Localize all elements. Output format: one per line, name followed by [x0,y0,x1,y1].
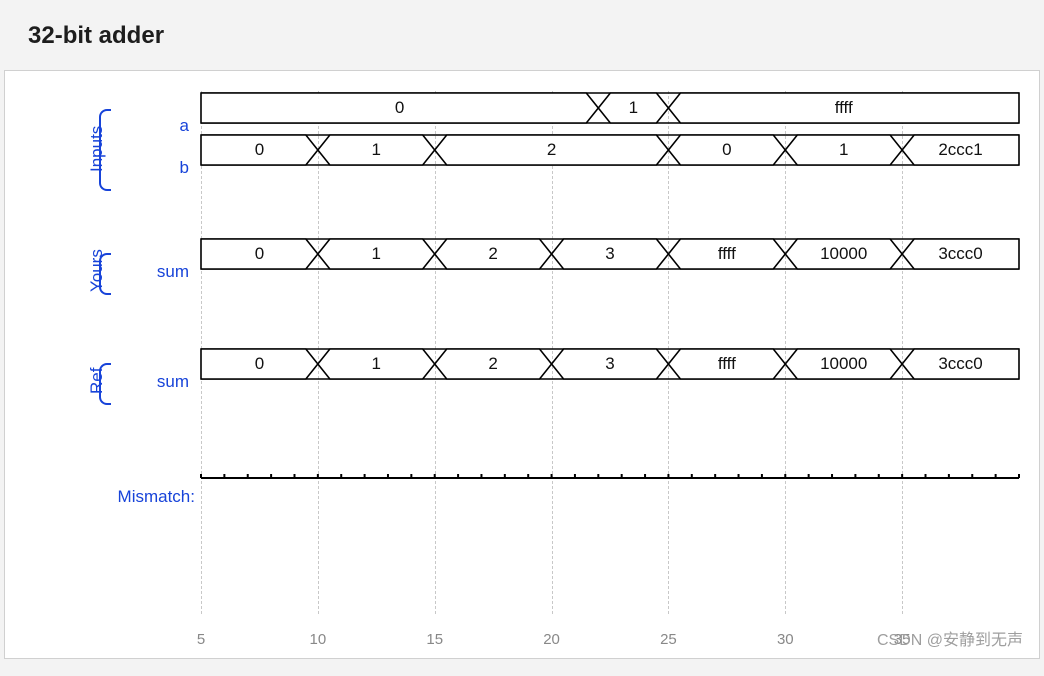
tick-label: 20 [543,631,560,648]
tick-label: 5 [197,631,205,648]
wave-value: 2 [453,244,533,264]
tick-label: 25 [660,631,677,648]
wave-value: ffff [804,98,884,118]
group-label: Yours [87,249,107,292]
wave-value: 2 [453,354,533,374]
page-root: 32-bit adder 5101520253035 InputsabYours… [0,0,1044,633]
wave-value: 3 [570,244,650,264]
signal-label: sum [125,372,189,392]
wave-value: 1 [336,354,416,374]
wave-value: 1 [804,140,884,160]
wave-area: 0 1 ffff 0 1 2 0 1 2ccc1 0 1 2 3 ffff 10000 3ccc0 0 1 2 3 ff… [201,93,1017,606]
tick-label: 15 [426,631,443,648]
signal-label: b [125,158,189,178]
wave-value: 1 [593,98,673,118]
mismatch-label: Mismatch: [95,487,195,507]
wave-value: 1 [336,244,416,264]
group-label: Ref [87,368,107,394]
tick-label: 30 [777,631,794,648]
wave-value: ffff [687,354,767,374]
wave-value: 0 [219,140,299,160]
wave-value: 0 [219,354,299,374]
signal-label: sum [125,262,189,282]
wave-value: 0 [360,98,440,118]
wave-value: 3 [570,354,650,374]
watermark-text: CSDN @安静到无声 [877,626,1023,650]
wave-value: 3ccc0 [921,244,1001,264]
group-label: Inputs [87,126,107,172]
wave-value: 2ccc1 [921,140,1001,160]
wave-value: 10000 [804,244,884,264]
wave-value: 1 [336,140,416,160]
wave-value: 10000 [804,354,884,374]
wave-value: ffff [687,244,767,264]
waveform-panel: 5101520253035 InputsabYourssumRefsumMism… [4,70,1040,659]
wave-value: 0 [687,140,767,160]
wave-value: 0 [219,244,299,264]
signal-label: a [125,116,189,136]
labels-column: InputsabYourssumRefsumMismatch: [15,89,195,676]
tick-label: 10 [310,631,327,648]
wave-svg [201,93,1017,606]
wave-value: 3ccc0 [921,354,1001,374]
wave-value: 2 [512,140,592,160]
page-title: 32-bit adder [0,0,1044,70]
